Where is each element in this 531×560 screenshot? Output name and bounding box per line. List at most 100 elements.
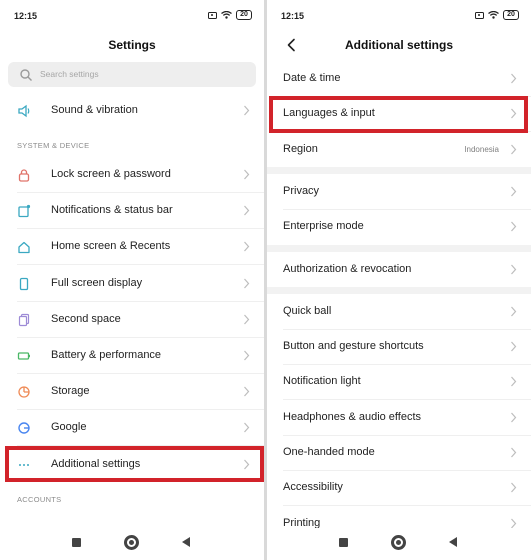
settings-item-authorization-and-revocation[interactable]: Authorization & revocation [267, 252, 531, 288]
settings-item-one-handed-mode[interactable]: One-handed mode [267, 435, 531, 471]
settings-item-notification-light[interactable]: Notification light [267, 364, 531, 401]
settings-item-lock-screen-and-password[interactable]: Lock screen & password [0, 157, 264, 193]
settings-item-label: Printing [283, 516, 321, 529]
lock-icon [18, 169, 30, 182]
screen-record-icon [208, 11, 217, 19]
settings-item-enterprise-mode[interactable]: Enterprise mode [267, 209, 531, 245]
group-separator [267, 166, 531, 174]
chevron-right-icon [511, 264, 517, 274]
settings-screen: 12:15 20 Settings Search settings Sound … [0, 0, 264, 560]
settings-item-privacy[interactable]: Privacy [267, 174, 531, 210]
settings-item-accessibility[interactable]: Accessibility [267, 470, 531, 507]
settings-item-label: Region [283, 142, 318, 155]
chevron-right-icon [511, 518, 517, 528]
settings-item-label: One-handed mode [283, 446, 375, 458]
section-header-system: SYSTEM & DEVICE [17, 141, 90, 150]
screen-record-icon [475, 11, 484, 19]
settings-item-sound-and-vibration[interactable]: Sound & vibration [0, 93, 264, 129]
chevron-right-icon [244, 350, 250, 361]
navigation-bar [0, 528, 264, 560]
page-title: Settings [108, 38, 156, 52]
home-button[interactable] [124, 535, 139, 550]
settings-item-date-and-time[interactable]: Date & time [267, 61, 531, 97]
chevron-right-icon [244, 241, 250, 252]
settings-item-label: Accessibility [283, 481, 343, 494]
settings-item-label: Privacy [283, 184, 320, 197]
settings-item-full-screen-display[interactable]: Full screen display [0, 266, 264, 302]
settings-item-label: Second space [51, 312, 121, 325]
chevron-right-icon [511, 73, 517, 84]
settings-item-battery-and-performance[interactable]: Battery & performance [0, 338, 264, 374]
status-time: 12:15 [281, 11, 305, 21]
chevron-right-icon [244, 314, 250, 325]
chevron-right-icon [244, 386, 250, 397]
settings-item-label: Headphones & audio effects [283, 410, 422, 423]
settings-item-label: Notifications & status bar [51, 204, 173, 217]
home-icon [18, 242, 30, 254]
additional-settings-screen: 12:15 20 Additional settings Date & time… [267, 0, 531, 560]
highlight-box [5, 446, 264, 482]
chevron-right-icon [511, 306, 517, 317]
settings-item-label: Date & time [283, 72, 341, 84]
storage-icon [18, 386, 30, 398]
settings-item-label: Notification light [283, 375, 361, 388]
chevron-right-icon [511, 221, 517, 232]
search-input[interactable]: Search settings [8, 62, 256, 87]
recents-button[interactable] [72, 538, 81, 547]
settings-item-label: Full screen display [51, 276, 143, 289]
chevron-right-icon [244, 105, 250, 116]
status-icons: 20 [208, 10, 252, 20]
settings-item-label: Google [51, 421, 87, 434]
second-space-icon [18, 313, 30, 326]
chevron-right-icon [511, 186, 517, 197]
search-placeholder: Search settings [40, 69, 99, 79]
recents-button[interactable] [339, 538, 348, 547]
google-icon [18, 422, 30, 435]
search-icon [20, 69, 32, 81]
status-bar: 12:15 20 [0, 0, 264, 30]
home-button[interactable] [391, 535, 406, 550]
status-bar: 12:15 20 [267, 0, 531, 30]
highlight-box [269, 96, 528, 133]
settings-item-label: Button and gesture shortcuts [283, 340, 424, 353]
speaker-icon [18, 104, 30, 118]
settings-item-label: Enterprise mode [283, 220, 364, 233]
settings-item-label: Lock screen & password [51, 168, 171, 180]
wifi-icon [488, 11, 499, 19]
settings-item-notifications-and-status-bar[interactable]: Notifications & status bar [0, 193, 264, 230]
settings-item-label: Quick ball [283, 304, 332, 317]
wifi-icon [221, 11, 232, 19]
status-icons: 20 [475, 10, 519, 20]
battery-icon [17, 352, 30, 360]
chevron-right-icon [511, 144, 517, 154]
phone-icon [19, 277, 29, 290]
settings-item-google[interactable]: Google [0, 410, 264, 447]
chevron-right-icon [244, 278, 250, 288]
chevron-right-icon [244, 205, 250, 216]
settings-item-value: Indonesia [464, 144, 499, 154]
settings-item-quick-ball[interactable]: Quick ball [267, 294, 531, 330]
group-separator [267, 244, 531, 252]
chevron-right-icon [511, 482, 517, 493]
battery-indicator: 20 [503, 10, 519, 20]
back-button[interactable] [182, 537, 190, 547]
chevron-right-icon [244, 422, 250, 433]
settings-item-label: Sound & vibration [51, 104, 138, 116]
chevron-right-icon [511, 376, 517, 387]
settings-item-region[interactable]: Region Indonesia [267, 132, 531, 168]
page-title: Additional settings [345, 38, 453, 52]
settings-item-storage[interactable]: Storage [0, 374, 264, 411]
settings-item-button-and-gesture-shortcuts[interactable]: Button and gesture shortcuts [267, 329, 531, 366]
section-header-accounts: ACCOUNTS [17, 495, 62, 504]
notifications-icon [18, 205, 31, 218]
chevron-right-icon [511, 412, 517, 423]
chevron-right-icon [244, 169, 250, 180]
settings-item-label: Home screen & Recents [51, 240, 171, 253]
settings-item-second-space[interactable]: Second space [0, 302, 264, 338]
back-button[interactable] [449, 537, 457, 547]
settings-item-home-screen-and-recents[interactable]: Home screen & Recents [0, 229, 264, 266]
chevron-right-icon [511, 447, 517, 458]
settings-item-headphones-and-audio-effects[interactable]: Headphones & audio effects [267, 400, 531, 436]
status-time: 12:15 [14, 11, 38, 21]
settings-item-label: Storage [51, 385, 90, 398]
